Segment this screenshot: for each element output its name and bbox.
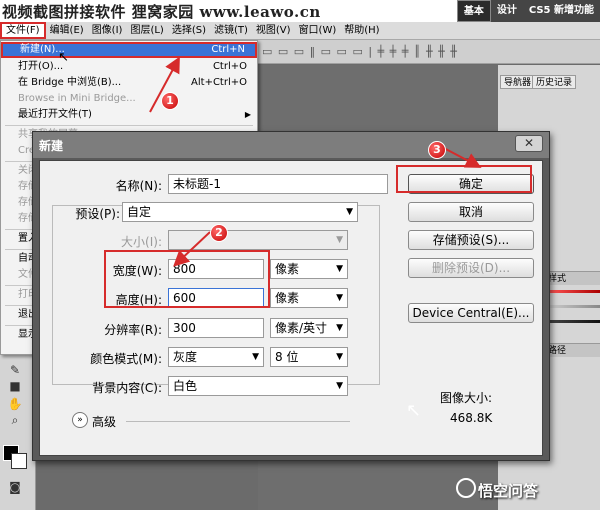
watermark-logo-icon — [456, 478, 476, 498]
step-badge-3: 3 — [428, 141, 446, 159]
arrow-2 — [173, 231, 211, 267]
step-badge-1: 1 — [161, 92, 179, 110]
annotation-arrows — [149, 56, 482, 267]
watermark-text: 悟空问答 — [478, 482, 539, 500]
pointer-cursor-icon: ↖ — [406, 400, 422, 421]
step-badge-2: 2 — [210, 224, 228, 242]
